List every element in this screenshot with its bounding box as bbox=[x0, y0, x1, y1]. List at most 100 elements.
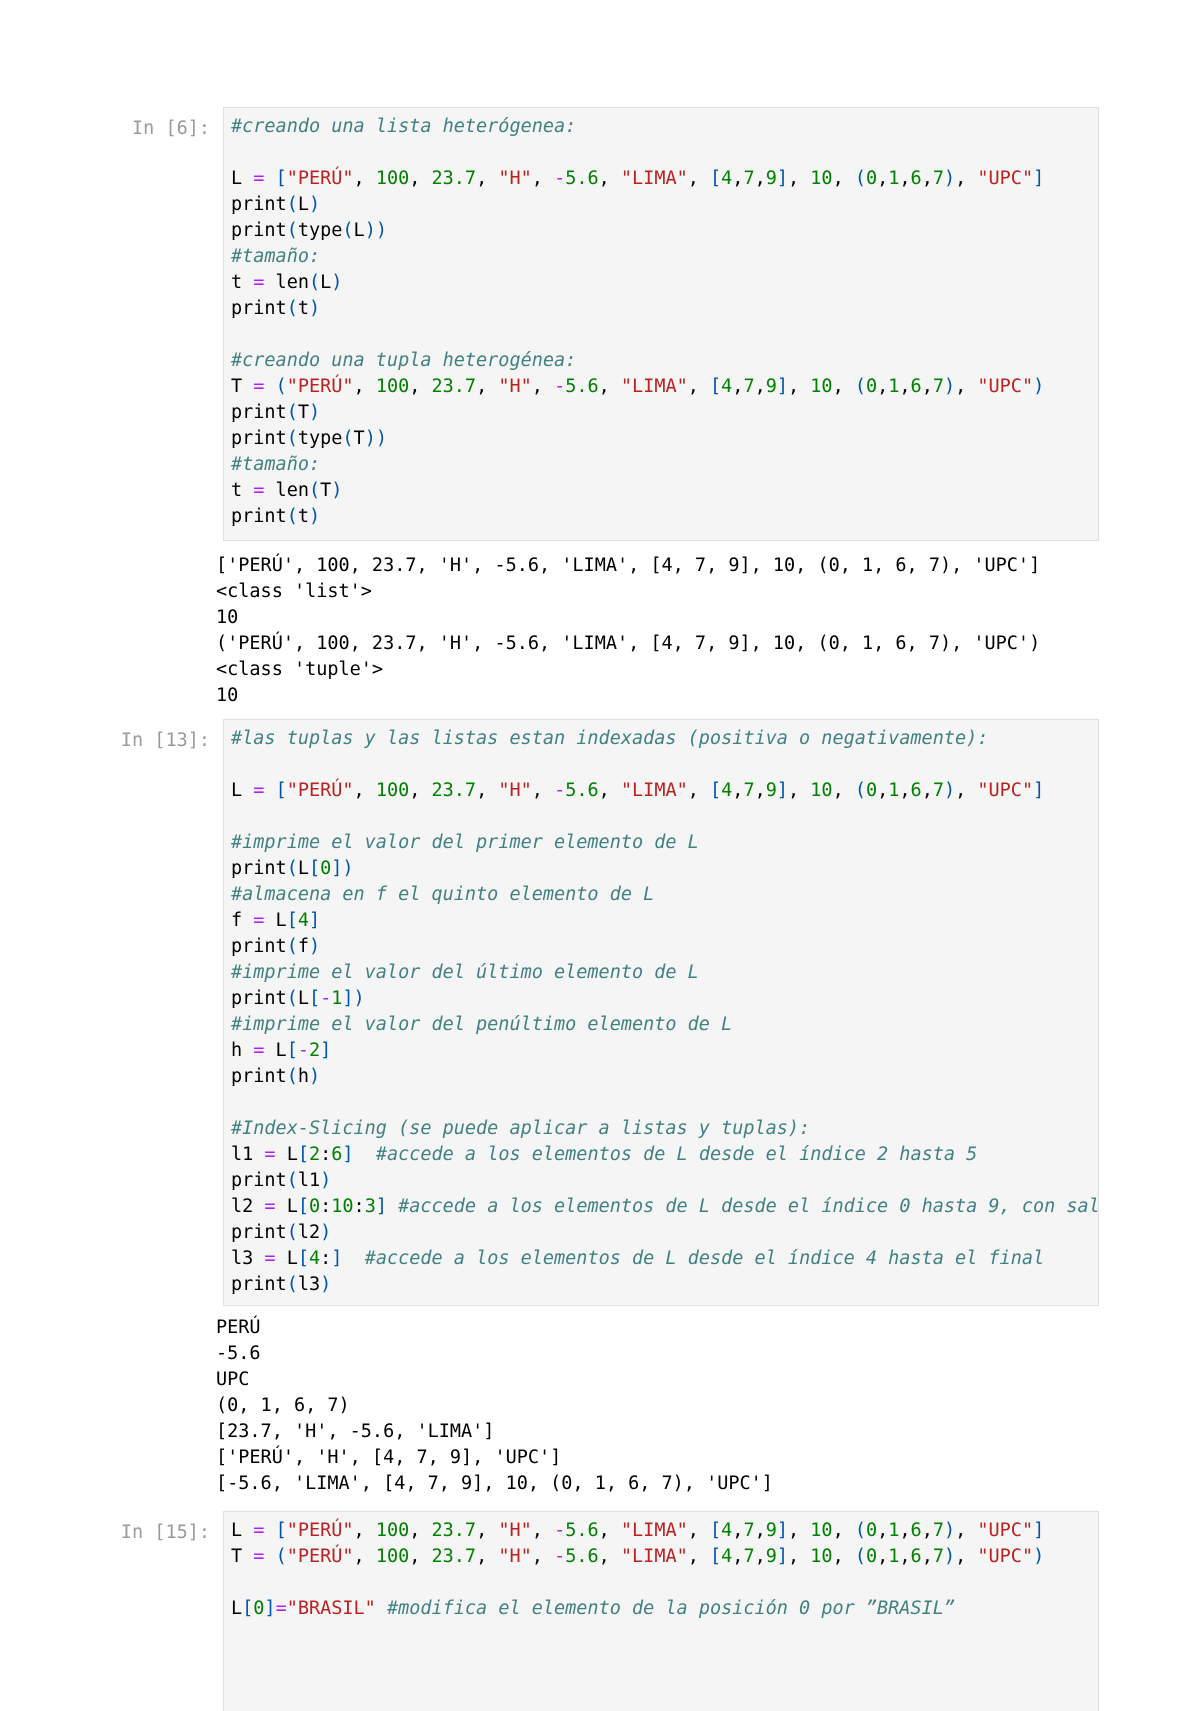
output-line: PERÚ bbox=[216, 1317, 261, 1338]
code-token: 7 bbox=[743, 780, 755, 801]
code-input[interactable]: #las tuplas y las listas estan indexadas… bbox=[223, 719, 1099, 1306]
code-token: 10 bbox=[810, 780, 833, 801]
code-token: "PERÚ" bbox=[286, 168, 354, 189]
code-token: : bbox=[320, 1196, 332, 1217]
output-line: ['PERÚ', 100, 23.7, 'H', -5.6, 'LIMA', [… bbox=[216, 555, 1041, 576]
code-token: 5.6 bbox=[565, 376, 599, 397]
code-token: 0 bbox=[308, 1196, 321, 1217]
code-token: , bbox=[955, 1546, 978, 1567]
code-token: ( bbox=[286, 936, 298, 957]
code-token: 7 bbox=[743, 168, 755, 189]
code-token: t bbox=[297, 506, 309, 527]
code-token: 7 bbox=[743, 1520, 755, 1541]
code-token: "H" bbox=[498, 780, 532, 801]
code-token: 9 bbox=[765, 1546, 777, 1567]
code-token: 7 bbox=[932, 168, 944, 189]
code-token: 1 bbox=[888, 780, 900, 801]
code-token: ] bbox=[1033, 1520, 1045, 1541]
code-token: , bbox=[353, 1546, 376, 1567]
code-token: : bbox=[320, 1144, 332, 1165]
code-token: 2 bbox=[308, 1040, 321, 1061]
code-token: ] bbox=[331, 858, 343, 879]
code-token: ) bbox=[375, 220, 387, 241]
code-token: print bbox=[231, 298, 287, 319]
code-token: ( bbox=[308, 480, 321, 501]
code-token: 6 bbox=[910, 168, 922, 189]
code-token: ( bbox=[854, 1520, 866, 1541]
code-input[interactable]: L = ["PERÚ", 100, 23.7, "H", -5.6, "LIMA… bbox=[223, 1511, 1099, 1711]
code-token: 23.7 bbox=[431, 1520, 477, 1541]
code-line: #imprime el valor del último elemento de… bbox=[224, 960, 1098, 986]
code-token: , bbox=[476, 376, 499, 397]
code-token: ( bbox=[854, 376, 866, 397]
code-token: [ bbox=[710, 168, 722, 189]
code-token: , bbox=[598, 1520, 621, 1541]
code-token: t bbox=[231, 480, 254, 501]
code-token: , bbox=[732, 780, 744, 801]
code-token: , bbox=[409, 376, 432, 397]
code-token: ] bbox=[776, 1546, 788, 1567]
code-token: , bbox=[687, 376, 711, 397]
code-token: 1 bbox=[331, 988, 343, 1009]
code-token: L bbox=[297, 194, 309, 215]
code-token: , bbox=[955, 376, 978, 397]
code-token: T bbox=[231, 1546, 254, 1567]
code-token: , bbox=[353, 168, 376, 189]
code-line: L = ["PERÚ", 100, 23.7, "H", -5.6, "LIMA… bbox=[224, 778, 1098, 804]
code-line: t = len(T) bbox=[224, 478, 1098, 504]
code-token: , bbox=[921, 780, 933, 801]
code-token: 9 bbox=[765, 1520, 777, 1541]
code-token: = bbox=[264, 1248, 276, 1269]
code-token: T bbox=[353, 428, 365, 449]
output-line: [-5.6, 'LIMA', [4, 7, 9], 10, (0, 1, 6, … bbox=[216, 1473, 773, 1494]
code-token: print bbox=[231, 220, 287, 241]
code-comment: #Index-Slicing (se puede aplicar a lista… bbox=[231, 1118, 811, 1139]
code-token: , bbox=[732, 168, 744, 189]
output-line: ('PERÚ', 100, 23.7, 'H', -5.6, 'LIMA', [… bbox=[216, 633, 1041, 654]
code-token: = bbox=[253, 1040, 265, 1061]
cell-prompt: In [6]: bbox=[132, 118, 210, 139]
code-token: 0 bbox=[865, 1546, 878, 1567]
code-token: L bbox=[264, 1040, 287, 1061]
code-token: 10 bbox=[810, 1520, 833, 1541]
code-token: "PERÚ" bbox=[286, 1520, 354, 1541]
code-token: 7 bbox=[932, 780, 944, 801]
code-token: ] bbox=[264, 1598, 276, 1619]
code-token: L bbox=[231, 1598, 243, 1619]
code-token: 3 bbox=[364, 1196, 376, 1217]
code-token: , bbox=[754, 376, 766, 397]
code-token: , bbox=[476, 1520, 499, 1541]
code-line: L = ["PERÚ", 100, 23.7, "H", -5.6, "LIMA… bbox=[224, 1518, 1098, 1544]
output-line: 10 bbox=[216, 607, 239, 628]
code-token: 5.6 bbox=[565, 1546, 599, 1567]
code-input[interactable]: #creando una lista heterógenea: L = ["PER… bbox=[223, 107, 1099, 541]
code-token: , bbox=[732, 376, 744, 397]
code-token: = bbox=[253, 480, 265, 501]
code-token: type bbox=[297, 220, 343, 241]
code-line: print(l2) bbox=[224, 1220, 1098, 1246]
code-line: #imprime el valor del primer elemento de… bbox=[224, 830, 1098, 856]
code-token: , bbox=[687, 1520, 711, 1541]
code-token: 7 bbox=[932, 1546, 944, 1567]
code-token: , bbox=[899, 376, 911, 397]
code-token: ) bbox=[342, 858, 354, 879]
code-token: , bbox=[832, 168, 855, 189]
code-token: "H" bbox=[498, 376, 532, 397]
code-token: [ bbox=[297, 1196, 309, 1217]
code-token: 9 bbox=[765, 168, 777, 189]
code-token: 1 bbox=[888, 1520, 900, 1541]
output-line: <class 'list'> bbox=[216, 581, 372, 602]
code-token: , bbox=[921, 168, 933, 189]
code-token: 4 bbox=[721, 1520, 733, 1541]
code-token: : bbox=[320, 1248, 332, 1269]
code-line: #almacena en f el quinto elemento de L bbox=[224, 882, 1098, 908]
code-token: ) bbox=[308, 194, 321, 215]
code-token: 23.7 bbox=[431, 780, 477, 801]
code-comment: #imprime el valor del último elemento de… bbox=[231, 962, 699, 983]
code-token: h bbox=[231, 1040, 254, 1061]
code-token: 5.6 bbox=[565, 168, 599, 189]
code-line: print(l3) bbox=[224, 1272, 1098, 1298]
